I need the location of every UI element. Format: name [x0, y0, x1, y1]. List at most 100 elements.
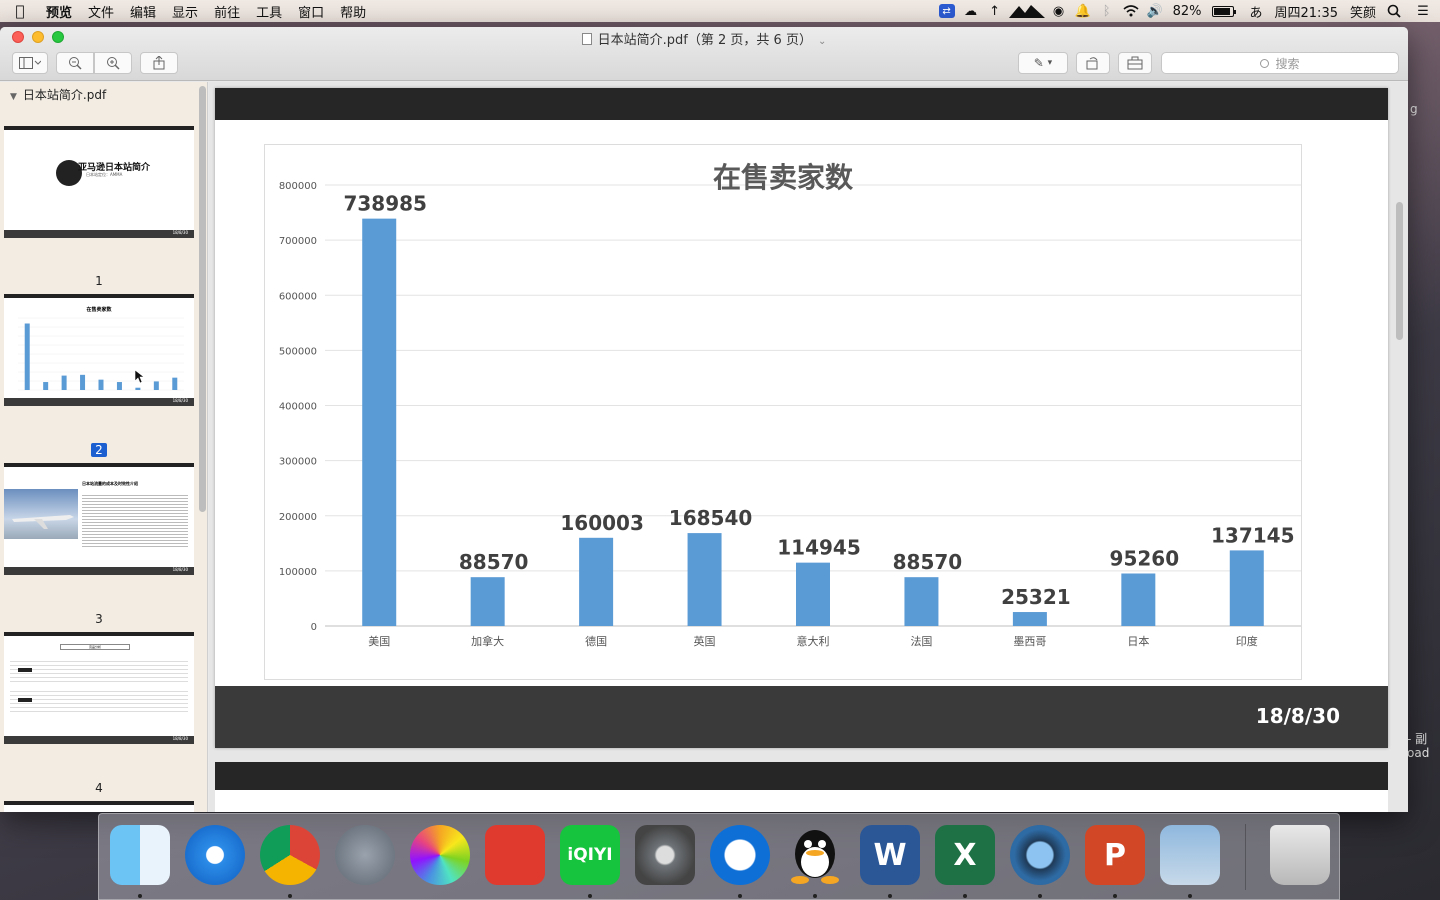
thumbnail-footer: 18/8/30	[172, 398, 188, 403]
thumbnail-title: 日本站流量的成本及时效性介绍	[82, 481, 138, 486]
running-indicator	[138, 894, 142, 898]
bar	[470, 577, 505, 626]
battery-percent: 82%	[1172, 3, 1202, 19]
rotate-button[interactable]	[1076, 52, 1110, 74]
user-name[interactable]: 笑颜	[1344, 2, 1382, 21]
word-icon[interactable]: W	[860, 825, 920, 885]
chart-title: 在售卖家数	[713, 161, 854, 194]
zoom-in-icon	[107, 57, 120, 70]
menu-file[interactable]: 文件	[80, 2, 122, 21]
wifi-icon[interactable]	[1119, 0, 1143, 22]
x-tick-label: 意大利	[797, 634, 830, 648]
toolbox-button[interactable]	[1118, 52, 1152, 74]
sidebar-toggle-button[interactable]	[12, 52, 48, 74]
rotate-icon	[1086, 57, 1098, 70]
thumbnail-page-number[interactable]: 1	[4, 274, 194, 288]
qq-icon[interactable]	[785, 825, 845, 885]
clock[interactable]: 周四21:35	[1269, 2, 1344, 21]
product-image	[18, 668, 32, 672]
thumbnail-page-number[interactable]: 3	[4, 612, 194, 626]
desktop-text: - 副	[1407, 732, 1428, 746]
preview-icon[interactable]	[1160, 825, 1220, 885]
mini-bar	[43, 382, 49, 390]
zoom-in-button[interactable]	[94, 52, 132, 74]
volume-icon[interactable]: 🔊	[1143, 0, 1167, 22]
input-method-icon[interactable]: あ	[1244, 2, 1269, 21]
data-label: 137145	[1211, 523, 1295, 547]
y-tick-label: 600000	[279, 291, 317, 302]
sidebar-file-header[interactable]: ▼ 日本站简介.pdf	[10, 86, 106, 103]
search-field[interactable]: 搜索	[1161, 52, 1399, 74]
thumbnail-page-5[interactable]	[4, 801, 194, 812]
toolbox-icon	[1127, 56, 1143, 70]
running-indicator	[1038, 894, 1042, 898]
powerpoint-icon[interactable]: P	[1085, 825, 1145, 885]
window-title[interactable]: 日本站简介.pdf（第 2 页，共 6 页） ⌄	[0, 29, 1408, 48]
menu-go[interactable]: 前往	[206, 2, 248, 21]
menu-edit[interactable]: 编辑	[122, 2, 164, 21]
thumbnail-page-1[interactable]: 亚马逊日本站简介 日本站定位：AMMA 18/8/30	[4, 126, 194, 238]
bar	[1229, 550, 1264, 626]
document-view[interactable]: 0 100000 200000 300000 400000 500000 600000 700…	[209, 82, 1408, 812]
thumbnail-mini-chart	[18, 317, 184, 391]
disclosure-triangle-icon[interactable]: ▼	[10, 92, 17, 102]
thumbnail-page-3[interactable]: 日本站流量的成本及时效性介绍 18/8/30	[4, 463, 194, 575]
window-title-text: 日本站简介.pdf（第 2 页，共 6 页）	[597, 33, 812, 48]
bar	[362, 218, 397, 626]
document-scrollbar[interactable]	[1396, 202, 1403, 340]
upload-arrow-icon[interactable]: ↑	[983, 0, 1007, 22]
safari-icon[interactable]	[185, 825, 245, 885]
teamviewer-tray-icon[interactable]: ⇄	[935, 0, 959, 22]
system-preferences-icon[interactable]	[635, 825, 695, 885]
menu-view[interactable]: 显示	[164, 2, 206, 21]
chrome-icon[interactable]	[260, 825, 320, 885]
notification-bell-icon[interactable]: 🔔	[1071, 0, 1095, 22]
trash-icon[interactable]	[1270, 825, 1330, 885]
finder-icon[interactable]	[110, 825, 170, 885]
x-tick-label: 加拿大	[471, 634, 504, 648]
menu-window[interactable]: 窗口	[290, 2, 332, 21]
search-icon	[1260, 58, 1270, 68]
menu-app-name[interactable]: 预览	[40, 2, 80, 21]
menu-tools[interactable]: 工具	[248, 2, 290, 21]
chevron-down-icon: ▾	[1047, 58, 1053, 68]
y-tick-label: 800000	[279, 181, 317, 192]
menu-help[interactable]: 帮助	[332, 2, 374, 21]
sidebar-scrollbar[interactable]	[199, 86, 206, 512]
mountain-icon[interactable]	[1007, 0, 1047, 22]
share-button[interactable]	[140, 52, 178, 74]
zoom-out-button[interactable]	[56, 52, 94, 74]
running-indicator	[888, 894, 892, 898]
thumbnail-page-number-selected[interactable]: 2	[4, 443, 194, 457]
teamviewer-icon[interactable]	[710, 825, 770, 885]
thumbnail-page-4[interactable]: 竞品分析 18/8/30	[4, 632, 194, 744]
data-label: 738985	[343, 192, 427, 216]
notification-center-icon[interactable]: ☰	[1406, 0, 1440, 22]
x-tick-label: 印度	[1236, 634, 1258, 648]
search-placeholder: 搜索	[1275, 56, 1300, 71]
spotlight-search-icon[interactable]	[1382, 0, 1406, 22]
iqiyi-icon[interactable]: iQIYI	[560, 825, 620, 885]
bar	[579, 537, 614, 626]
excel-icon[interactable]: X	[935, 825, 995, 885]
bar	[1121, 573, 1156, 626]
photos-icon[interactable]	[410, 825, 470, 885]
mini-bar	[172, 377, 178, 390]
thumbnail-page-number[interactable]: 4	[4, 781, 194, 795]
launchpad-icon[interactable]	[335, 825, 395, 885]
apple-menu-icon[interactable]: 	[0, 2, 40, 20]
cloud-sync-icon[interactable]: ☁	[959, 0, 983, 22]
remote-desktop-icon[interactable]	[485, 825, 545, 885]
thumbnail-table	[10, 688, 188, 712]
battery-icon[interactable]	[1211, 5, 1236, 17]
data-label: 25321	[1001, 585, 1071, 609]
y-tick-label: 200000	[279, 512, 317, 523]
dock-separator	[1245, 824, 1246, 890]
y-tick-label: 400000	[279, 402, 317, 413]
markup-button[interactable]: ✎ ▾	[1018, 52, 1068, 74]
chart-container: 0 100000 200000 300000 400000 500000 600000 700…	[264, 144, 1302, 680]
quicktime-icon[interactable]	[1010, 825, 1070, 885]
record-icon[interactable]: ◉	[1047, 0, 1071, 22]
bluetooth-icon[interactable]: ᛒ	[1095, 0, 1119, 22]
thumbnail-page-2[interactable]: 在售卖家数 18/8/30	[4, 294, 194, 406]
